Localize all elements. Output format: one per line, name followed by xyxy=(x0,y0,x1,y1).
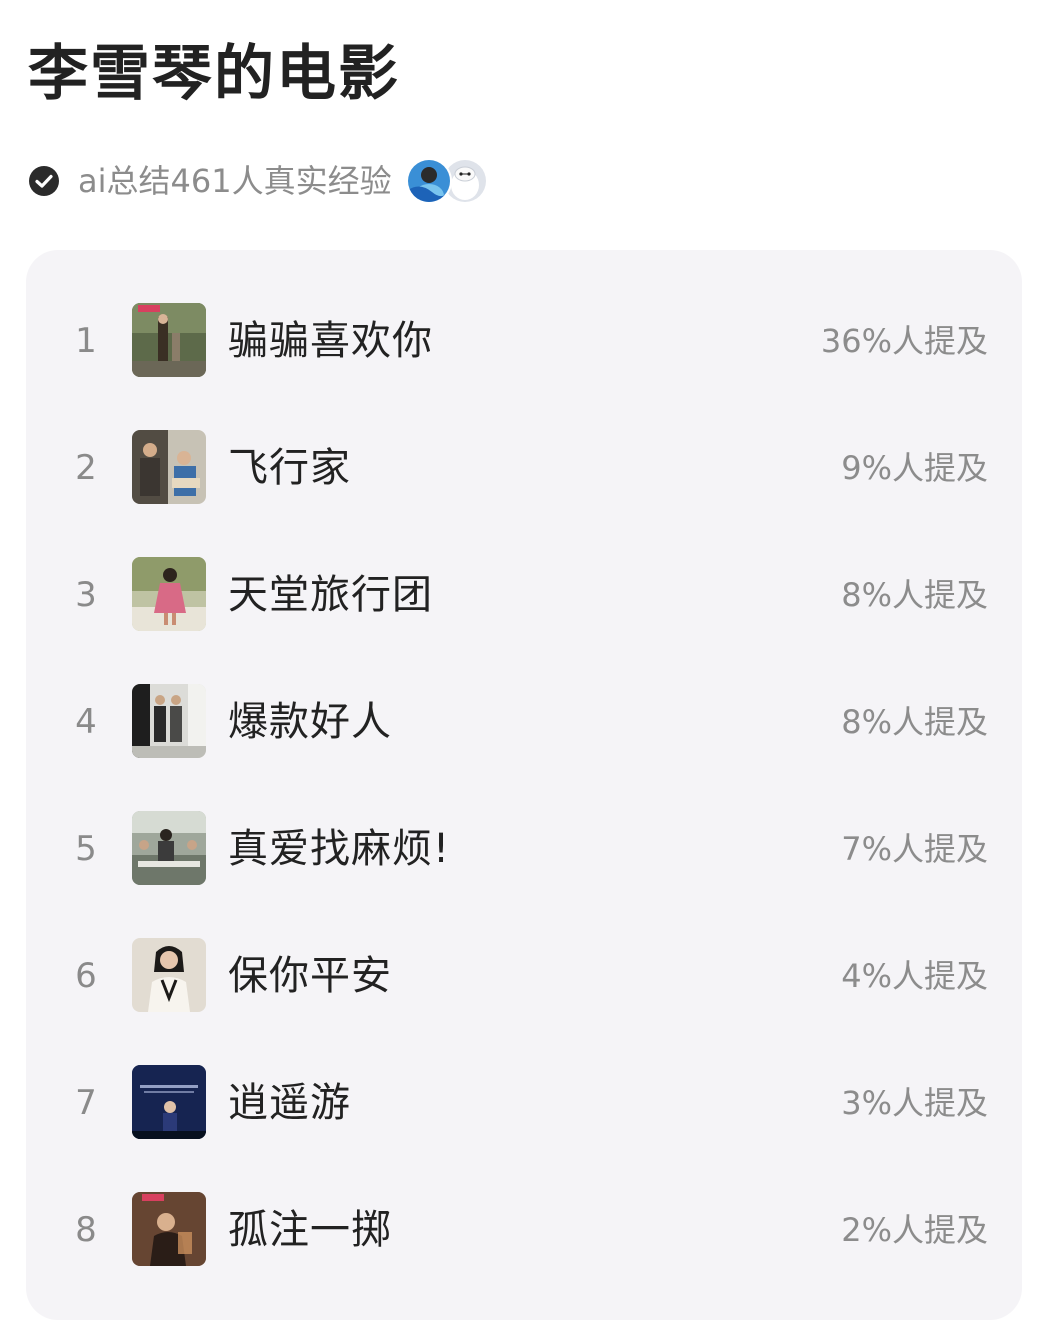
movie-poster xyxy=(132,684,206,758)
movie-poster xyxy=(132,430,206,504)
rank-number: 2 xyxy=(75,448,97,488)
mention-percentage: 4%人提及 xyxy=(841,957,988,995)
rank-number: 4 xyxy=(75,702,97,742)
movie-row-6[interactable]: 6 保你平安 4%人提及 xyxy=(26,938,1022,1014)
movie-row-2[interactable]: 2 飞行家 9%人提及 xyxy=(26,430,1022,506)
contributor-avatars[interactable] xyxy=(405,158,488,204)
movie-title: 孤注一掷 xyxy=(228,1207,392,1253)
ai-summary-row[interactable]: ai总结461人真实经验 xyxy=(28,156,488,206)
movie-row-5[interactable]: 5 真爱找麻烦! 7%人提及 xyxy=(26,811,1022,887)
rank-number: 7 xyxy=(75,1083,97,1123)
movie-title: 爆款好人 xyxy=(228,699,392,745)
movie-poster xyxy=(132,557,206,631)
rank-number: 6 xyxy=(75,956,97,996)
movie-title: 飞行家 xyxy=(228,445,351,491)
movie-ranking-card: 1 骗骗喜欢你 36%人提及 2 飞行家 9%人提及 3 天堂旅行团 8%人提及… xyxy=(26,250,1022,1320)
movie-row-1[interactable]: 1 骗骗喜欢你 36%人提及 xyxy=(26,303,1022,379)
movie-poster xyxy=(132,303,206,377)
movie-title: 天堂旅行团 xyxy=(228,572,433,618)
movie-poster xyxy=(132,938,206,1012)
movie-row-4[interactable]: 4 爆款好人 8%人提及 xyxy=(26,684,1022,760)
rank-number: 5 xyxy=(75,829,97,869)
mention-percentage: 8%人提及 xyxy=(841,576,988,614)
movie-title: 逍遥游 xyxy=(228,1080,351,1126)
movie-title: 真爱找麻烦! xyxy=(228,826,451,872)
avatar xyxy=(405,158,452,204)
movie-title: 保你平安 xyxy=(228,953,392,999)
mention-percentage: 2%人提及 xyxy=(841,1211,988,1249)
rank-number: 1 xyxy=(75,321,97,361)
rank-number: 8 xyxy=(75,1210,97,1250)
rank-number: 3 xyxy=(75,575,97,615)
mention-percentage: 36%人提及 xyxy=(820,322,988,360)
movie-row-8[interactable]: 8 孤注一掷 2%人提及 xyxy=(26,1192,1022,1268)
movie-poster xyxy=(132,1192,206,1266)
mention-percentage: 3%人提及 xyxy=(841,1084,988,1122)
movie-poster xyxy=(132,811,206,885)
summary-text: ai总结461人真实经验 xyxy=(78,162,392,200)
mention-percentage: 7%人提及 xyxy=(841,830,988,868)
movie-title: 骗骗喜欢你 xyxy=(228,318,433,364)
mention-percentage: 8%人提及 xyxy=(841,703,988,741)
movie-row-3[interactable]: 3 天堂旅行团 8%人提及 xyxy=(26,557,1022,633)
mention-percentage: 9%人提及 xyxy=(841,449,988,487)
page-title: 李雪琴的电影 xyxy=(28,39,400,109)
movie-poster xyxy=(132,1065,206,1139)
movie-row-7[interactable]: 7 逍遥游 3%人提及 xyxy=(26,1065,1022,1141)
check-circle-icon xyxy=(28,165,60,197)
